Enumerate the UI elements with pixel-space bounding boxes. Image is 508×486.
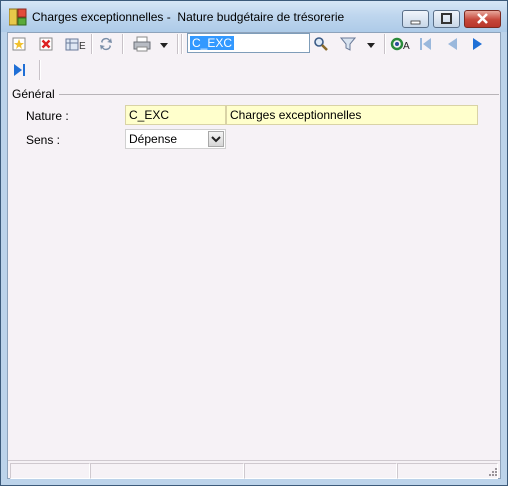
refresh-icon[interactable] — [97, 35, 115, 53]
next-icon[interactable] — [469, 35, 487, 53]
minimize-icon — [410, 20, 421, 25]
nature-name-field[interactable]: Charges exceptionnelles — [226, 105, 478, 125]
group-title: Général — [12, 87, 55, 101]
window-title: Charges exceptionnelles - Nature budgéta… — [32, 10, 345, 24]
resize-grip-icon[interactable] — [486, 465, 498, 477]
search-input-box[interactable]: C_EXC — [187, 33, 310, 53]
first-icon[interactable] — [416, 35, 434, 53]
filter-icon[interactable] — [339, 35, 357, 53]
svg-text:E: E — [79, 41, 86, 52]
status-cell-4 — [397, 463, 498, 479]
chevron-down-icon — [211, 136, 221, 143]
client-area: E C_EXC A Général Nature: C_EXC Charges… — [7, 32, 501, 479]
export-icon[interactable]: E — [65, 35, 87, 53]
nature-code-field[interactable]: C_EXC — [125, 105, 226, 125]
search-input-selection: C_EXC — [190, 36, 235, 50]
maximize-icon — [441, 13, 452, 24]
toolbar: E C_EXC A — [8, 33, 500, 85]
window: Charges exceptionnelles - Nature budgéta… — [0, 0, 508, 486]
close-icon — [477, 13, 488, 24]
delete-icon[interactable] — [37, 35, 55, 53]
app-icon — [8, 8, 27, 26]
status-bar — [8, 460, 500, 479]
sens-dropdown-button[interactable] — [208, 131, 224, 147]
search-icon[interactable] — [312, 35, 330, 53]
svg-text:A: A — [403, 41, 410, 52]
last-icon[interactable] — [11, 61, 29, 79]
group-divider — [59, 94, 499, 95]
refresh-all-icon[interactable]: A — [390, 35, 414, 53]
nature-label: Nature : — [26, 109, 69, 123]
sens-select[interactable]: Dépense — [125, 129, 226, 149]
minimize-button[interactable] — [402, 10, 429, 28]
close-button[interactable] — [464, 10, 501, 28]
sens-label: Sens : — [26, 133, 61, 147]
new-icon[interactable] — [10, 35, 28, 53]
print-icon[interactable] — [133, 35, 151, 53]
filter-dropdown-icon[interactable] — [365, 36, 377, 54]
print-dropdown-icon[interactable] — [158, 36, 170, 54]
maximize-button[interactable] — [433, 10, 460, 28]
previous-icon[interactable] — [443, 35, 461, 53]
status-cell-1 — [10, 463, 90, 479]
title-bar[interactable]: Charges exceptionnelles - Nature budgéta… — [1, 1, 507, 32]
status-cell-2 — [90, 463, 244, 479]
status-cell-3 — [244, 463, 397, 479]
sens-select-value: Dépense — [129, 132, 178, 146]
